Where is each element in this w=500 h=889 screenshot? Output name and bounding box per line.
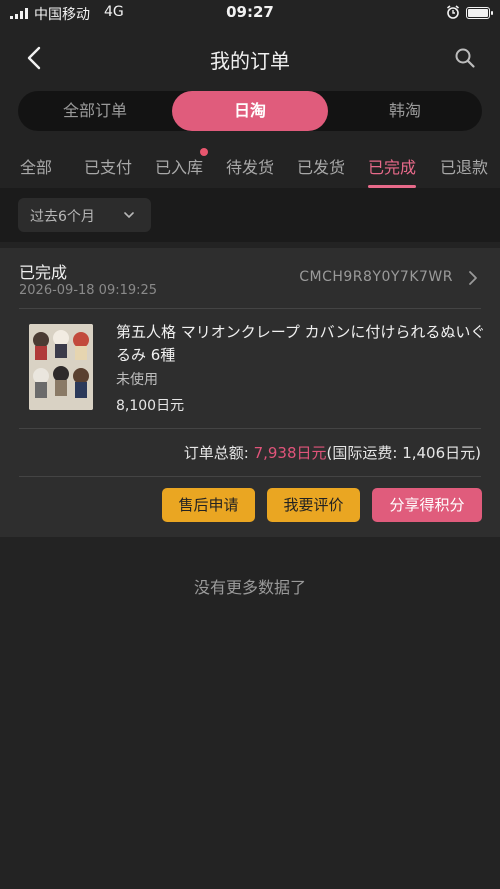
product-condition: 未使用	[116, 372, 158, 388]
alarm-icon	[447, 5, 459, 19]
order-status-tabs: 全部 已支付 已入库 待发货 已发货 已完成 已退款	[0, 140, 500, 188]
order-total-amount: 7,938日元	[253, 444, 327, 462]
review-button[interactable]: 我要评价	[267, 488, 360, 522]
product-name[interactable]: 第五人格 マリオンクレープ カバンに付けられるぬいぐるみ 6種	[116, 321, 486, 367]
shipping-fee: (国际运费: 1,406日元)	[326, 444, 481, 462]
order-total: 订单总额: 7,938日元(国际运费: 1,406日元)	[184, 442, 481, 463]
segment-japan[interactable]: 日淘	[172, 91, 328, 131]
no-more-data-text: 没有更多数据了	[193, 578, 306, 597]
search-icon[interactable]	[454, 47, 476, 69]
chevron-down-icon	[124, 212, 134, 219]
tab-completed[interactable]: 已完成	[368, 154, 416, 178]
status-bar: 中国移动 4G 09:27	[0, 0, 500, 26]
tab-refunded[interactable]: 已退款	[440, 154, 488, 178]
share-points-button[interactable]: 分享得积分	[372, 488, 482, 522]
nav-bar: 我的订单	[0, 26, 500, 90]
divider	[19, 476, 481, 477]
plush-figures-image	[29, 324, 93, 410]
divider	[19, 428, 481, 429]
order-date: 2026-09-18 09:19:25	[19, 283, 158, 298]
order-total-label: 订单总额:	[183, 444, 249, 462]
clock: 09:27	[226, 3, 274, 21]
tab-paid[interactable]: 已支付	[84, 154, 132, 178]
filter-bar: 过去6个月	[0, 188, 500, 242]
tab-warehoused[interactable]: 已入库	[155, 154, 203, 178]
segment-all-orders[interactable]: 全部订单	[18, 91, 172, 131]
time-range-label: 过去6个月	[30, 209, 95, 225]
after-sales-button[interactable]: 售后申请	[162, 488, 255, 522]
product-price: 8,100日元	[116, 398, 185, 414]
segment-korea[interactable]: 韩淘	[328, 91, 482, 131]
market-segment-control: 全部订单 日淘 韩淘	[18, 91, 482, 131]
order-number[interactable]: CMCH9R8Y0Y7K7WR	[299, 269, 453, 285]
tab-warehoused-badge	[200, 148, 208, 156]
battery-icon	[466, 7, 493, 19]
chevron-right-icon[interactable]	[467, 270, 479, 286]
product-thumbnail[interactable]	[29, 324, 93, 410]
order-status: 已完成	[19, 263, 68, 282]
divider	[19, 308, 481, 309]
tab-shipped[interactable]: 已发货	[297, 154, 345, 178]
tab-all[interactable]: 全部	[20, 154, 52, 178]
order-card[interactable]: 已完成 2026-09-18 09:19:25 CMCH9R8Y0Y7K7WR …	[0, 248, 500, 537]
time-range-dropdown[interactable]: 过去6个月	[18, 198, 151, 232]
page-title: 我的订单	[210, 49, 290, 73]
tab-awaiting-shipment[interactable]: 待发货	[226, 154, 274, 178]
